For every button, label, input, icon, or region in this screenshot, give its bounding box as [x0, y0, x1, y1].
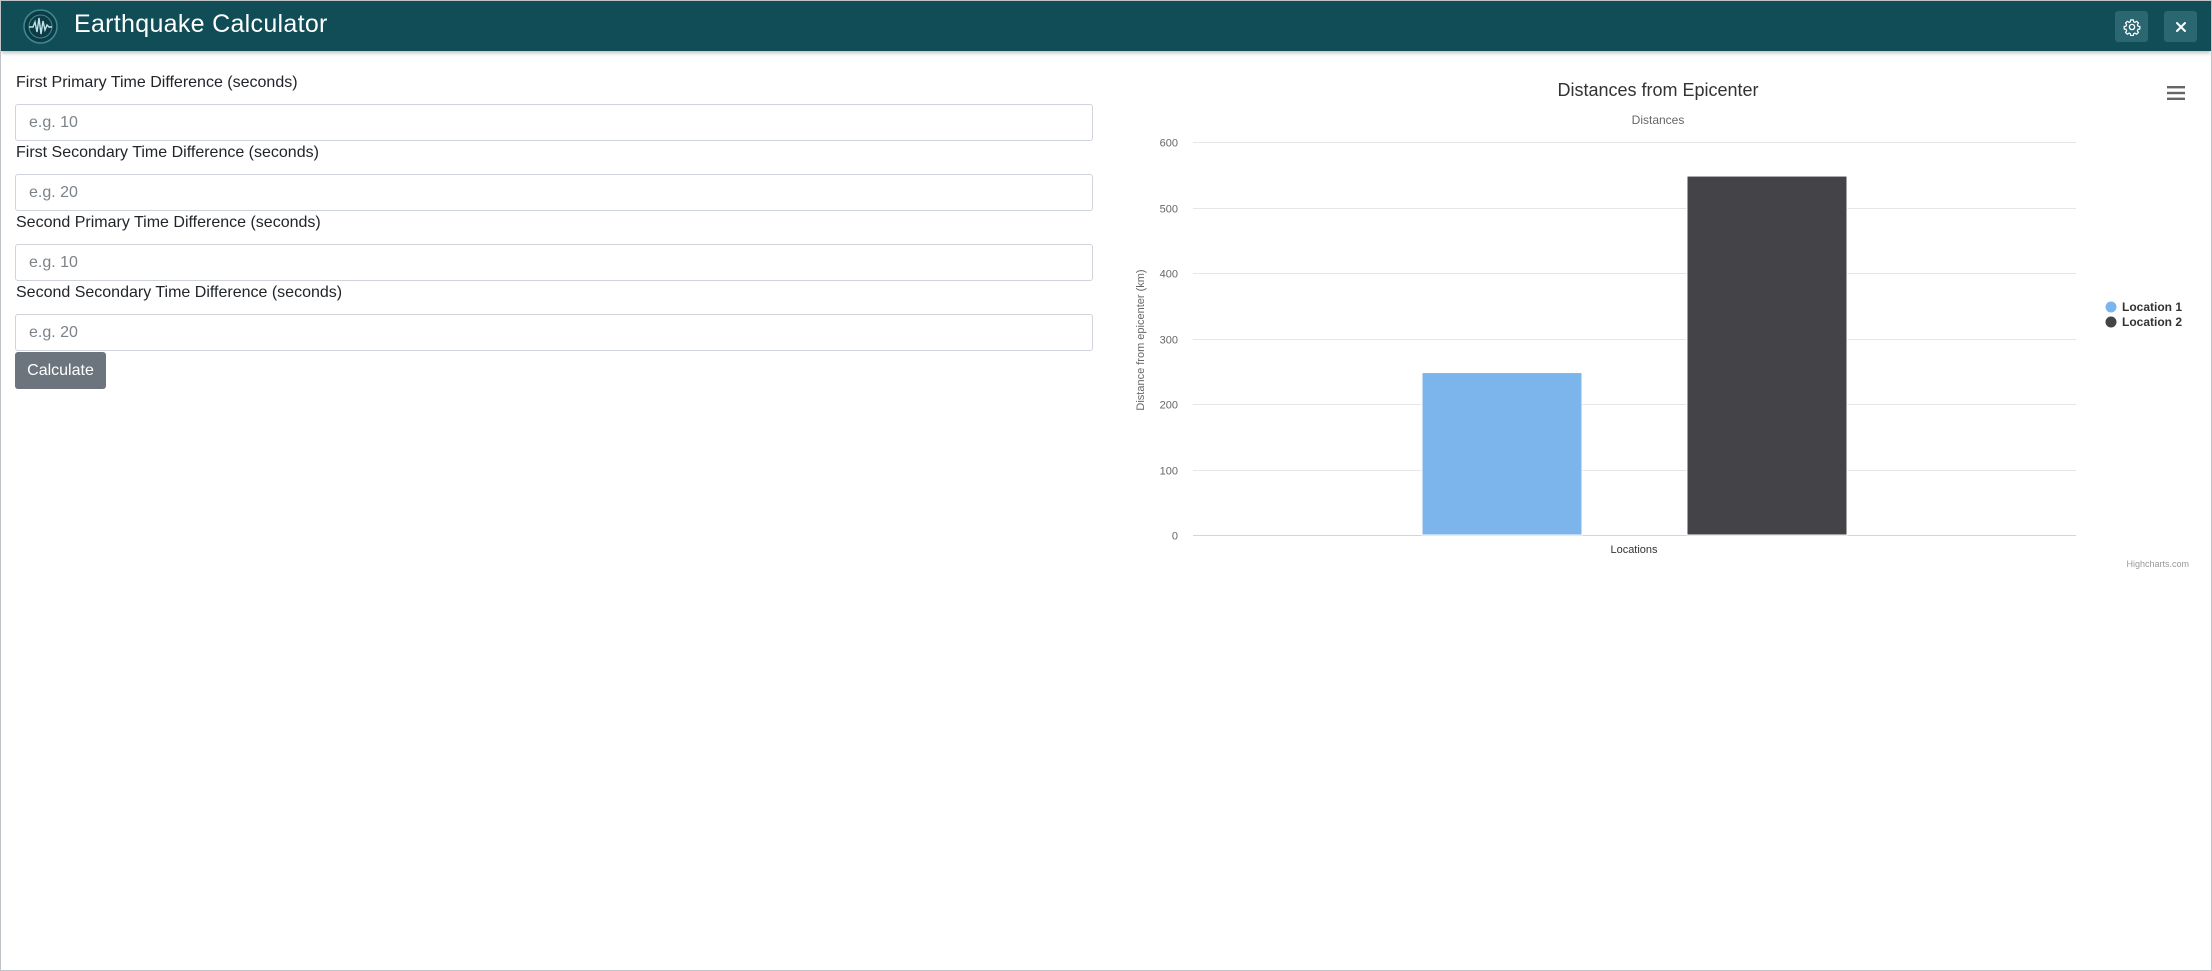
x-axis-title: Locations	[1610, 544, 1658, 556]
chart-menu-icon[interactable]	[2164, 81, 2188, 105]
app-window: Earthquake Calculator First Primary Time…	[0, 0, 2212, 971]
gear-icon	[2123, 18, 2140, 36]
second-primary-input[interactable]	[15, 244, 1093, 281]
app-title: Earthquake Calculator	[74, 10, 328, 38]
bar-location-1[interactable]	[1421, 372, 1583, 536]
y-tick-label: 100	[1160, 466, 1178, 478]
legend-item[interactable]: Location 1	[2122, 300, 2182, 314]
y-tick-label: 0	[1172, 531, 1178, 543]
close-button[interactable]	[2164, 11, 2197, 42]
chart-title: Distances from Epicenter	[1557, 80, 1758, 100]
y-tick-label: 200	[1160, 400, 1178, 412]
legend-marker	[2105, 301, 2117, 313]
first-primary-label: First Primary Time Difference (seconds)	[16, 74, 298, 91]
settings-button[interactable]	[2115, 11, 2148, 42]
chart-credits[interactable]: Highcharts.com	[2126, 559, 2189, 569]
close-icon	[2175, 21, 2186, 32]
second-secondary-input[interactable]	[15, 314, 1093, 351]
legend-marker	[2105, 316, 2117, 328]
y-tick-label: 500	[1160, 204, 1178, 216]
calculate-button[interactable]: Calculate	[15, 352, 106, 389]
first-secondary-input[interactable]	[15, 174, 1093, 211]
first-secondary-label: First Secondary Time Difference (seconds…	[16, 144, 319, 161]
title-bar: Earthquake Calculator	[1, 1, 2211, 51]
y-axis-title: Distance from epicenter (km)	[1135, 269, 1147, 410]
second-primary-label: Second Primary Time Difference (seconds)	[16, 214, 321, 231]
chart-subtitle: Distances	[1632, 113, 1685, 127]
y-tick-label: 400	[1160, 269, 1178, 281]
y-tick-label: 600	[1160, 138, 1178, 150]
legend-item[interactable]: Location 2	[2122, 315, 2182, 329]
earthquake-logo-icon	[23, 9, 58, 44]
y-tick-label: 300	[1160, 335, 1178, 347]
distance-chart: Distances from Epicenter Distances Dista…	[1121, 61, 2201, 581]
second-secondary-label: Second Secondary Time Difference (second…	[16, 284, 343, 301]
bar-location-2[interactable]	[1686, 175, 1848, 536]
first-primary-input[interactable]	[15, 104, 1093, 141]
chart-canvas: Distances from Epicenter Distances Dista…	[1135, 80, 2189, 569]
